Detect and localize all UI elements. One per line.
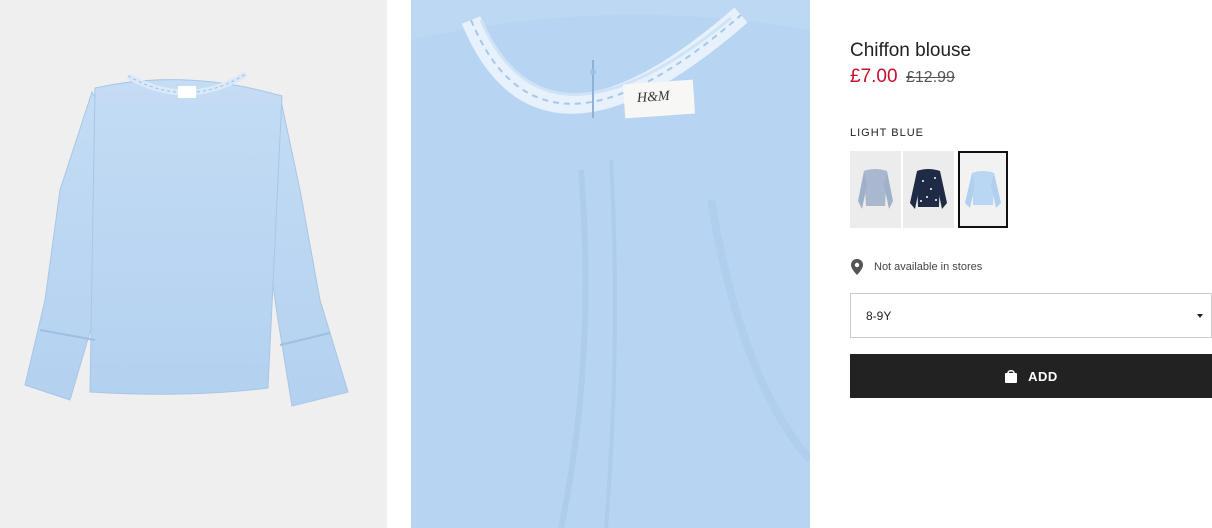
size-select[interactable]: 8-9Y: [850, 293, 1212, 338]
store-availability-text: Not available in stores: [874, 261, 983, 273]
brand-tag-text: H&M: [636, 88, 671, 107]
current-price: £7.00: [850, 66, 898, 87]
blouse-detail-illustration: [411, 0, 810, 528]
color-swatches: [850, 151, 1008, 228]
swatch-grey-blue[interactable]: [850, 151, 901, 228]
chevron-down-icon: [1197, 314, 1203, 318]
swatch-light-blue-image: [965, 171, 1001, 208]
product-image-full[interactable]: [0, 0, 387, 528]
add-to-bag-button[interactable]: ADD: [850, 354, 1212, 398]
swatch-grey-blue-image: [858, 169, 893, 209]
swatch-navy-floral-image: [910, 169, 947, 209]
swatch-navy-floral[interactable]: [903, 151, 954, 228]
swatch-light-blue[interactable]: [958, 151, 1008, 228]
product-image-detail[interactable]: H&M: [411, 0, 810, 528]
price-row: £7.00 £12.99: [850, 66, 955, 88]
add-button-label: ADD: [1028, 368, 1058, 384]
size-selected-value: 8-9Y: [866, 309, 892, 323]
product-title: Chiffon blouse: [850, 40, 972, 61]
original-price: £12.99: [906, 69, 955, 86]
shopping-bag-icon: [1005, 370, 1018, 383]
product-info-panel: Chiffon blouse £7.00 £12.99 LIGHT BLUE N…: [850, 0, 1212, 528]
store-availability: Not available in stores: [850, 259, 982, 275]
color-label: LIGHT BLUE: [850, 127, 924, 139]
blouse-full-illustration: [24, 71, 349, 407]
location-pin-icon: [851, 259, 863, 275]
